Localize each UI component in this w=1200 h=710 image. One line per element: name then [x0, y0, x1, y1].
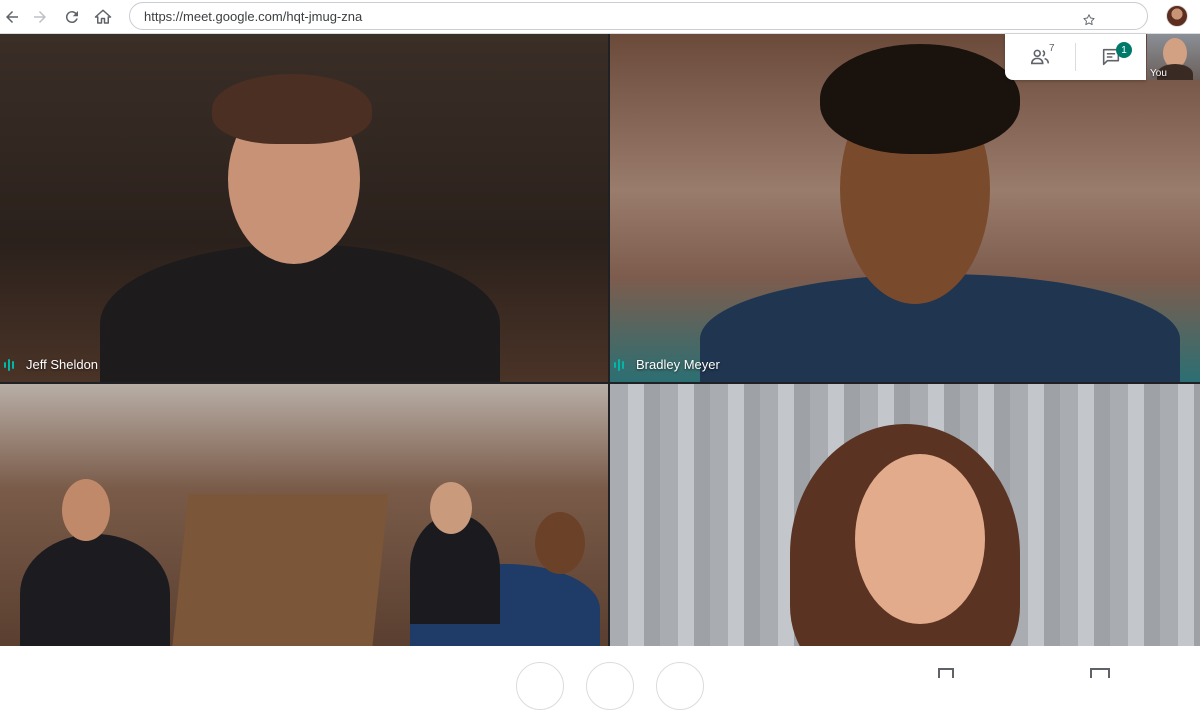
participant-face [62, 479, 110, 541]
camera-button[interactable] [656, 662, 704, 710]
participant-hair [212, 74, 372, 144]
url-text: https://meet.google.com/hqt-jmug-zna [144, 9, 363, 24]
self-view-label: You [1150, 68, 1167, 79]
chat-unread-badge: 1 [1116, 42, 1132, 58]
people-count: 7 [1049, 43, 1055, 54]
conference-table [171, 494, 389, 646]
audio-level-icon [614, 358, 628, 372]
participant-name-tag: Jeff Sheldon [4, 357, 98, 372]
participant-tile-1[interactable]: Jeff Sheldon [0, 34, 608, 382]
participant-name: Bradley Meyer [636, 357, 720, 372]
end-call-button[interactable] [586, 662, 634, 710]
participant-tile-3[interactable] [0, 384, 608, 646]
participant-name: Jeff Sheldon [26, 357, 99, 372]
browser-toolbar: https://meet.google.com/hqt-jmug-zna [0, 0, 1200, 34]
meeting-controls-bar [0, 646, 1200, 710]
video-grid: Jeff Sheldon Bradley Meyer [0, 34, 1200, 646]
people-button[interactable]: 7 [1005, 34, 1075, 80]
star-icon[interactable] [1077, 8, 1101, 32]
participant-face [430, 482, 472, 534]
participant-hair [820, 44, 1020, 154]
participant-silhouette [100, 244, 500, 382]
participant-name-tag: Bradley Meyer [614, 357, 720, 372]
meeting-info-panel: 7 1 [1005, 34, 1146, 80]
present-screen-icon[interactable] [1090, 668, 1110, 678]
back-arrow-icon[interactable] [0, 5, 24, 29]
home-icon[interactable] [91, 5, 115, 29]
self-view-tile[interactable]: You [1147, 34, 1200, 80]
audio-level-icon [4, 358, 18, 372]
microphone-button[interactable] [516, 662, 564, 710]
people-icon [1030, 49, 1050, 65]
participant-tile-2[interactable]: Bradley Meyer [610, 34, 1200, 382]
participant-tile-4[interactable] [610, 384, 1200, 646]
reload-icon[interactable] [60, 5, 84, 29]
participant-silhouette [20, 534, 170, 646]
forward-arrow-icon[interactable] [28, 5, 52, 29]
address-bar[interactable]: https://meet.google.com/hqt-jmug-zna [129, 2, 1148, 30]
profile-avatar[interactable] [1166, 5, 1188, 27]
captions-icon[interactable] [938, 668, 954, 678]
chat-button[interactable]: 1 [1076, 34, 1146, 80]
participant-face [535, 512, 585, 574]
participant-face [855, 454, 985, 624]
